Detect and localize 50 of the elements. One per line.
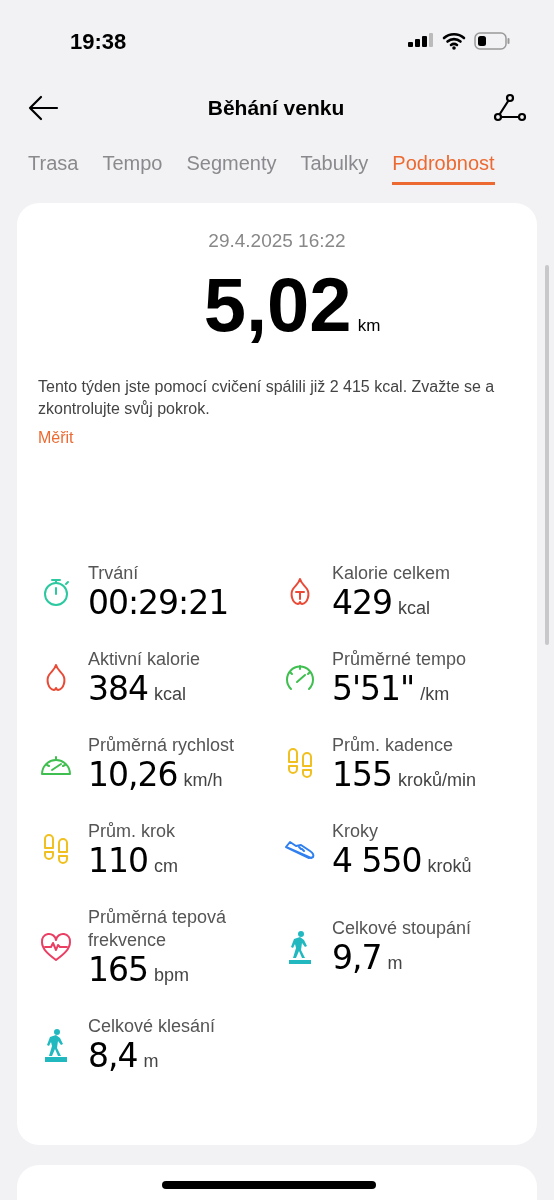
metric-value: 4 550 bbox=[332, 842, 422, 879]
metric-label: Trvání bbox=[88, 562, 140, 585]
heartbeat-icon bbox=[39, 931, 73, 963]
page-title: Běhání venku bbox=[207, 95, 345, 122]
metric-value: 155 bbox=[332, 756, 392, 793]
metric-value: 9,7 bbox=[332, 940, 382, 976]
metric-label: Kalorie celkem bbox=[332, 561, 452, 585]
metric-label: Průměrná tepová frekvence bbox=[88, 905, 228, 952]
distance-unit: km bbox=[357, 314, 381, 337]
metric-value: 384 bbox=[88, 670, 148, 707]
tab[interactable]: Tempo bbox=[102, 148, 163, 185]
calorie-message: Tento týden jste pomocí cvičení spálili již 2 415 kcal. Zvažte se a zkontrolujte svůj pokrok. bbox=[38, 376, 496, 419]
wifi-icon bbox=[442, 32, 466, 50]
measure-link[interactable]: Měřit bbox=[38, 425, 74, 450]
metric-unit: m bbox=[387, 952, 403, 975]
metric-label: Kroky bbox=[332, 819, 379, 843]
metric-value: 429 bbox=[332, 584, 392, 621]
hiker-icon bbox=[42, 1027, 70, 1062]
metric-unit: kroků bbox=[427, 854, 472, 878]
cellular-signal-icon bbox=[408, 33, 434, 49]
date-time: 29.4.2025 16:22 bbox=[208, 229, 346, 253]
metric-unit: kcal bbox=[154, 682, 186, 706]
metric-unit: km/h bbox=[183, 768, 223, 792]
metric-label: Aktivní kalorie bbox=[88, 647, 202, 671]
metric-label: Celkové klesání bbox=[88, 1014, 217, 1038]
metric-value: 8,4 bbox=[88, 1037, 138, 1074]
distance-value: 5,02 bbox=[203, 260, 352, 349]
metric-label: Průměrná rychlost bbox=[88, 733, 236, 757]
tab[interactable]: Trasa bbox=[28, 148, 79, 185]
metric-unit: /km bbox=[420, 682, 450, 706]
status-time: 19:38 bbox=[70, 27, 127, 56]
metric-unit: kroků/min bbox=[398, 768, 477, 792]
metric-value: 165 bbox=[88, 951, 148, 988]
metric-unit: kcal bbox=[398, 596, 430, 620]
battery-icon bbox=[474, 32, 510, 50]
metric-unit: bpm bbox=[154, 963, 189, 987]
metric-value: 10,26 bbox=[88, 756, 178, 793]
metric-unit: cm bbox=[154, 854, 178, 878]
metric-label: Prům. kadence bbox=[332, 733, 455, 757]
metric-value: 110 bbox=[88, 842, 148, 879]
tab[interactable]: Segmenty bbox=[186, 148, 277, 185]
metric-label: Prům. krok bbox=[88, 819, 176, 843]
metric-label: Průměrné tempo bbox=[332, 647, 468, 671]
metric-value: 5'51" bbox=[332, 670, 415, 707]
tab[interactable]: Tabulky bbox=[300, 148, 369, 185]
metric-label: Celkové stoupání bbox=[332, 917, 473, 940]
tab[interactable]: Podrobnost bbox=[392, 148, 495, 185]
metric-unit: m bbox=[143, 1049, 159, 1073]
metric-value: 00:29:21 bbox=[88, 585, 229, 621]
hiker-icon bbox=[286, 930, 314, 964]
